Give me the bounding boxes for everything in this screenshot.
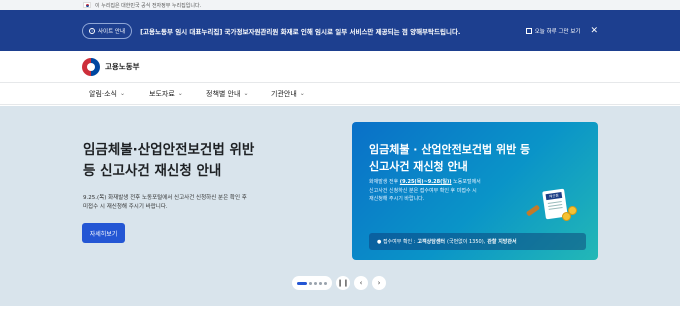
- prev-button[interactable]: ‹: [354, 276, 368, 290]
- site-header: 고용노동부: [0, 51, 680, 83]
- site-notice-banner: i 사이트 안내 [고용노동부 임시 대표누리집] 국가정보자원관리원 화재로 …: [0, 10, 680, 51]
- hero-banner-image[interactable]: 임금체불 · 산업안전보건법 위반 등 신고사건 재신청 안내 화재발생 전후 …: [352, 122, 598, 260]
- board-label: 재신청: [545, 191, 563, 201]
- main-nav: 알림·소식 ⌄ 보도자료 ⌄ 정책별 안내 ⌄ 기관안내 ⌄: [0, 83, 680, 105]
- carousel-controls: ❙❙ ‹ ›: [292, 276, 386, 290]
- banner-title-line2: 신고사건 재신청 안내: [369, 160, 468, 173]
- carousel-dot[interactable]: [314, 281, 317, 285]
- hide-today-checkbox[interactable]: 오늘 하루 그만 보기: [525, 27, 581, 35]
- banner-title: 임금체불 · 산업안전보건법 위반 등 신고사건 재신청 안내: [369, 141, 530, 175]
- site-notice-text: [고용노동부 임시 대표누리집] 국가정보자원관리원 화재로 인해 임시로 일부…: [140, 27, 461, 36]
- gov-notice-bar: 이 누리집은 대한민국 공식 전자정부 누리집입니다.: [0, 0, 680, 10]
- banner-title-line1: 임금체불 · 산업안전보건법 위반 등: [369, 143, 531, 156]
- details-button[interactable]: 자세히보기: [82, 223, 125, 243]
- banner-desc-pre: 화재발생 전후: [369, 179, 399, 185]
- checkbox-icon[interactable]: [525, 28, 532, 34]
- hero-desc-line1: 9.25.(목) 화재발생 전후 노동포털에서 신고사건 신청하신 분은 확인 …: [83, 195, 247, 201]
- close-icon[interactable]: ✕: [590, 26, 598, 36]
- hide-today-label: 오늘 하루 그만 보기: [534, 28, 581, 35]
- nav-item-label: 알림·소식: [89, 89, 117, 98]
- banner-bar-pre: ● 접수여부 확인 :: [377, 239, 416, 245]
- gov-notice-text: 이 누리집은 대한민국 공식 전자정부 누리집입니다.: [95, 2, 202, 9]
- nav-item-news[interactable]: 알림·소식 ⌄: [89, 89, 149, 99]
- nav-item-label: 기관안내: [271, 89, 297, 98]
- hero-description: 9.25.(목) 화재발생 전후 노동포털에서 신고사건 신청하신 분은 확인 …: [83, 194, 283, 212]
- site-notice-badge-label: 사이트 안내: [98, 28, 126, 35]
- carousel-indicator: [292, 276, 332, 290]
- banner-bar-office: 관할 지방관서: [487, 239, 517, 245]
- next-button[interactable]: ›: [372, 276, 386, 290]
- chevron-down-icon: ⌄: [120, 90, 126, 97]
- banner-desc-date: (9.25(목)~9.28(일)): [399, 179, 452, 185]
- nav-item-policy[interactable]: 정책별 안내 ⌄: [206, 89, 271, 99]
- info-icon: i: [89, 27, 95, 34]
- hero-title-line1: 임금체불·산업안전보건법 위반: [83, 142, 255, 158]
- banner-desc-line2: 신고사건 신청하신 분은 접수여부 확인 후 미접수 시: [369, 187, 477, 194]
- carousel-dot[interactable]: [324, 281, 327, 285]
- banner-desc-line3: 재신청해 주시기 바랍니다.: [369, 196, 425, 202]
- hero-title-line2: 등 신고사건 재신청 안내: [83, 163, 222, 179]
- banner-bar-center: 고객상담센터: [417, 239, 446, 245]
- government-emblem-icon[interactable]: [82, 57, 100, 76]
- korea-flag-icon: [83, 2, 91, 8]
- chevron-down-icon: ⌄: [177, 90, 183, 97]
- nav-item-about[interactable]: 기관안내 ⌄: [271, 89, 305, 99]
- nav-item-label: 보도자료: [149, 89, 175, 98]
- chevron-down-icon: ⌄: [299, 90, 305, 97]
- hero-desc-line2: 미접수 시 재신청해 주시기 바랍니다.: [83, 204, 168, 210]
- carousel-dot-active[interactable]: [297, 281, 307, 285]
- carousel-dot[interactable]: [319, 281, 322, 285]
- site-notice-badge: i 사이트 안내: [82, 22, 133, 39]
- coin-icon: [568, 206, 577, 215]
- banner-desc-post: 노동포털에서: [453, 179, 481, 185]
- hero-section: 임금체불·산업안전보건법 위반 등 신고사건 재신청 안내 9.25.(목) 화…: [0, 106, 680, 306]
- banner-contact-bar: ● 접수여부 확인 : 고객상담센터 (국번없이 1350), 관할 지방관서: [369, 233, 586, 250]
- banner-bar-center-detail: (국번없이 1350),: [447, 239, 486, 245]
- hero-title: 임금체불·산업안전보건법 위반 등 신고사건 재신청 안내: [83, 140, 254, 182]
- nav-item-label: 정책별 안내: [206, 89, 241, 98]
- nav-item-press[interactable]: 보도자료 ⌄: [149, 89, 206, 99]
- carousel-dot[interactable]: [309, 281, 312, 285]
- logo-text[interactable]: 고용노동부: [105, 61, 140, 72]
- banner-description: 화재발생 전후 (9.25(목)~9.28(일)) 노동포털에서 신고사건 신청…: [369, 178, 499, 204]
- gavel-icon: [525, 204, 541, 217]
- chevron-down-icon: ⌄: [243, 90, 249, 97]
- pause-button[interactable]: ❙❙: [336, 276, 350, 290]
